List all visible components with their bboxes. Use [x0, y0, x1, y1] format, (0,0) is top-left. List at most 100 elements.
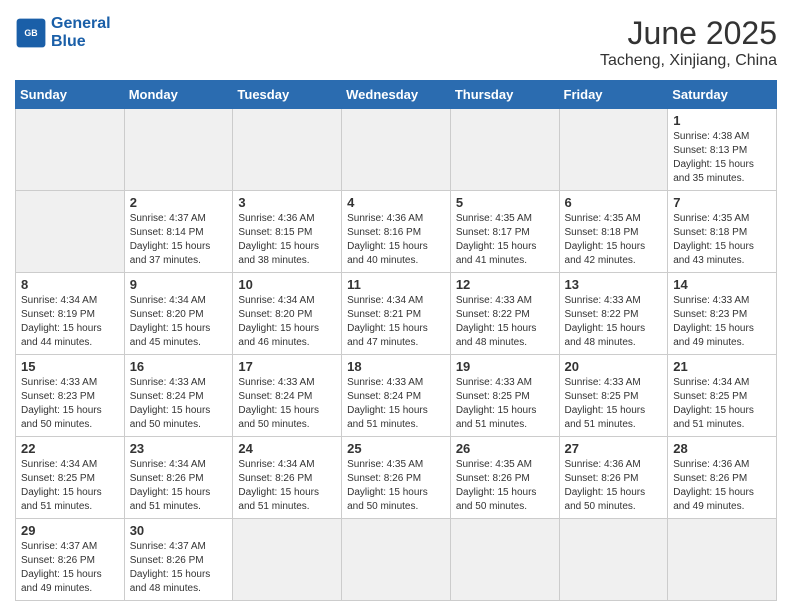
day-info: Sunrise: 4:33 AM Sunset: 8:25 PM Dayligh… — [456, 376, 554, 432]
calendar-week-6: 29 Sunrise: 4:37 AM Sunset: 8:26 PM Dayli… — [16, 519, 777, 601]
calendar-cell: 24 Sunrise: 4:34 AM Sunset: 8:26 PM Dayli… — [233, 437, 342, 519]
day-number: 28 — [673, 441, 771, 456]
title-block: June 2025 Tacheng, Xinjiang, China — [600, 15, 777, 70]
day-info: Sunrise: 4:37 AM Sunset: 8:14 PM Dayligh… — [130, 212, 228, 268]
calendar-cell: 5 Sunrise: 4:35 AM Sunset: 8:17 PM Daylig… — [450, 191, 559, 273]
day-number: 26 — [456, 441, 554, 456]
calendar-cell — [16, 109, 125, 191]
calendar-cell: 14 Sunrise: 4:33 AM Sunset: 8:23 PM Dayli… — [668, 273, 777, 355]
calendar-cell: 11Sunrise: 4:34 AM Sunset: 8:21 PM Dayli… — [342, 273, 451, 355]
calendar-cell: 28Sunrise: 4:36 AM Sunset: 8:26 PM Dayli… — [668, 437, 777, 519]
calendar-cell — [342, 519, 451, 601]
header-saturday: Saturday — [668, 81, 777, 109]
calendar-cell: 27Sunrise: 4:36 AM Sunset: 8:26 PM Dayli… — [559, 437, 668, 519]
day-number: 6 — [565, 195, 663, 210]
calendar-cell: 21Sunrise: 4:34 AM Sunset: 8:25 PM Dayli… — [668, 355, 777, 437]
day-number: 27 — [565, 441, 663, 456]
calendar-cell: 29 Sunrise: 4:37 AM Sunset: 8:26 PM Dayli… — [16, 519, 125, 601]
day-info: Sunrise: 4:35 AM Sunset: 8:26 PM Dayligh… — [347, 458, 445, 514]
page-header: GB General Blue June 2025 Tacheng, Xinji… — [15, 15, 777, 70]
header-monday: Monday — [124, 81, 233, 109]
day-info: Sunrise: 4:33 AM Sunset: 8:25 PM Dayligh… — [565, 376, 663, 432]
day-number: 12 — [456, 277, 554, 292]
calendar-cell: 1 Sunrise: 4:38 AM Sunset: 8:13 PM Daylig… — [668, 109, 777, 191]
day-info: Sunrise: 4:33 AM Sunset: 8:24 PM Dayligh… — [130, 376, 228, 432]
calendar-cell: 22 Sunrise: 4:34 AM Sunset: 8:25 PM Dayli… — [16, 437, 125, 519]
calendar-cell: 2 Sunrise: 4:37 AM Sunset: 8:14 PM Daylig… — [124, 191, 233, 273]
day-number: 16 — [130, 359, 228, 374]
logo-text: General Blue — [51, 15, 111, 50]
calendar-cell — [450, 519, 559, 601]
day-info: Sunrise: 4:34 AM Sunset: 8:26 PM Dayligh… — [238, 458, 336, 514]
day-number: 13 — [565, 277, 663, 292]
day-info: Sunrise: 4:38 AM Sunset: 8:13 PM Dayligh… — [673, 130, 771, 186]
day-info: Sunrise: 4:34 AM Sunset: 8:25 PM Dayligh… — [21, 458, 119, 514]
day-info: Sunrise: 4:35 AM Sunset: 8:26 PM Dayligh… — [456, 458, 554, 514]
calendar-cell: 12 Sunrise: 4:33 AM Sunset: 8:22 PM Dayli… — [450, 273, 559, 355]
day-info: Sunrise: 4:34 AM Sunset: 8:20 PM Dayligh… — [130, 294, 228, 350]
day-number: 10 — [238, 277, 336, 292]
calendar-subtitle: Tacheng, Xinjiang, China — [600, 52, 777, 70]
day-info: Sunrise: 4:34 AM Sunset: 8:19 PM Dayligh… — [21, 294, 119, 350]
calendar-cell — [668, 519, 777, 601]
calendar-cell: 3Sunrise: 4:36 AM Sunset: 8:15 PM Daylig… — [233, 191, 342, 273]
day-number: 22 — [21, 441, 119, 456]
calendar-cell: 23 Sunrise: 4:34 AM Sunset: 8:26 PM Dayli… — [124, 437, 233, 519]
day-info: Sunrise: 4:33 AM Sunset: 8:22 PM Dayligh… — [456, 294, 554, 350]
calendar-cell — [559, 109, 668, 191]
svg-text:GB: GB — [24, 28, 37, 38]
calendar-cell: 4 Sunrise: 4:36 AM Sunset: 8:16 PM Daylig… — [342, 191, 451, 273]
calendar-cell — [16, 191, 125, 273]
calendar-cell: 20 Sunrise: 4:33 AM Sunset: 8:25 PM Dayli… — [559, 355, 668, 437]
calendar-cell: 9 Sunrise: 4:34 AM Sunset: 8:20 PM Daylig… — [124, 273, 233, 355]
calendar-cell — [233, 519, 342, 601]
logo-line1: General — [51, 15, 111, 32]
day-number: 2 — [130, 195, 228, 210]
day-info: Sunrise: 4:36 AM Sunset: 8:16 PM Dayligh… — [347, 212, 445, 268]
day-number: 23 — [130, 441, 228, 456]
calendar-cell — [342, 109, 451, 191]
day-number: 5 — [456, 195, 554, 210]
day-number: 19 — [456, 359, 554, 374]
day-info: Sunrise: 4:37 AM Sunset: 8:26 PM Dayligh… — [21, 540, 119, 596]
calendar-cell — [450, 109, 559, 191]
day-number: 9 — [130, 277, 228, 292]
day-number: 3 — [238, 195, 336, 210]
day-info: Sunrise: 4:33 AM Sunset: 8:23 PM Dayligh… — [673, 294, 771, 350]
calendar-header-row: SundayMondayTuesdayWednesdayThursdayFrid… — [16, 81, 777, 109]
logo-icon: GB — [15, 17, 47, 49]
calendar-cell: 8Sunrise: 4:34 AM Sunset: 8:19 PM Daylig… — [16, 273, 125, 355]
calendar-table: SundayMondayTuesdayWednesdayThursdayFrid… — [15, 80, 777, 601]
day-number: 1 — [673, 113, 771, 128]
calendar-cell: 6 Sunrise: 4:35 AM Sunset: 8:18 PM Daylig… — [559, 191, 668, 273]
day-number: 30 — [130, 523, 228, 538]
day-info: Sunrise: 4:33 AM Sunset: 8:24 PM Dayligh… — [347, 376, 445, 432]
calendar-week-3: 8Sunrise: 4:34 AM Sunset: 8:19 PM Daylig… — [16, 273, 777, 355]
day-number: 24 — [238, 441, 336, 456]
header-friday: Friday — [559, 81, 668, 109]
calendar-week-1: 1 Sunrise: 4:38 AM Sunset: 8:13 PM Daylig… — [16, 109, 777, 191]
day-number: 14 — [673, 277, 771, 292]
calendar-cell — [124, 109, 233, 191]
calendar-week-4: 15Sunrise: 4:33 AM Sunset: 8:23 PM Dayli… — [16, 355, 777, 437]
day-number: 25 — [347, 441, 445, 456]
day-info: Sunrise: 4:33 AM Sunset: 8:24 PM Dayligh… — [238, 376, 336, 432]
calendar-cell: 26 Sunrise: 4:35 AM Sunset: 8:26 PM Dayli… — [450, 437, 559, 519]
calendar-title: June 2025 — [600, 15, 777, 52]
day-info: Sunrise: 4:33 AM Sunset: 8:22 PM Dayligh… — [565, 294, 663, 350]
calendar-cell: 25 Sunrise: 4:35 AM Sunset: 8:26 PM Dayli… — [342, 437, 451, 519]
day-info: Sunrise: 4:34 AM Sunset: 8:25 PM Dayligh… — [673, 376, 771, 432]
day-info: Sunrise: 4:37 AM Sunset: 8:26 PM Dayligh… — [130, 540, 228, 596]
day-info: Sunrise: 4:35 AM Sunset: 8:18 PM Dayligh… — [673, 212, 771, 268]
day-info: Sunrise: 4:34 AM Sunset: 8:26 PM Dayligh… — [130, 458, 228, 514]
day-info: Sunrise: 4:34 AM Sunset: 8:20 PM Dayligh… — [238, 294, 336, 350]
day-info: Sunrise: 4:35 AM Sunset: 8:18 PM Dayligh… — [565, 212, 663, 268]
header-sunday: Sunday — [16, 81, 125, 109]
day-number: 20 — [565, 359, 663, 374]
day-number: 4 — [347, 195, 445, 210]
calendar-cell: 7Sunrise: 4:35 AM Sunset: 8:18 PM Daylig… — [668, 191, 777, 273]
day-number: 29 — [21, 523, 119, 538]
day-info: Sunrise: 4:35 AM Sunset: 8:17 PM Dayligh… — [456, 212, 554, 268]
logo: GB General Blue — [15, 15, 111, 50]
calendar-cell: 10 Sunrise: 4:34 AM Sunset: 8:20 PM Dayli… — [233, 273, 342, 355]
